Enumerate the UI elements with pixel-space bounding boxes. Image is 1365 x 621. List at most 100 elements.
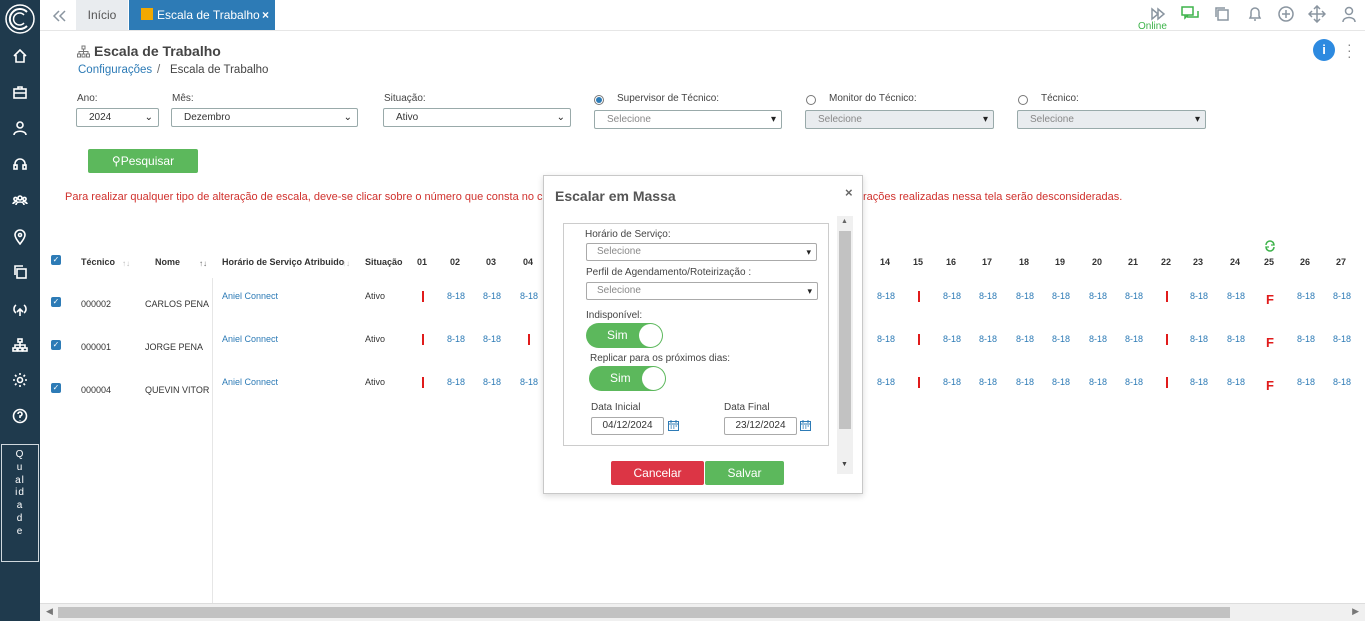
column-header-technician[interactable]: Técnico (81, 257, 115, 267)
collapse-sidebar-icon[interactable] (50, 7, 68, 25)
unavailable-mark[interactable] (918, 377, 920, 388)
holiday-mark[interactable]: F (1266, 335, 1274, 350)
supervisor-radio[interactable] (594, 95, 604, 105)
sort-icon[interactable]: ↑↓ (342, 259, 350, 268)
unavailable-mark[interactable] (918, 291, 920, 302)
calendar-icon[interactable] (800, 420, 811, 431)
month-select[interactable]: Dezembro ⌄ (171, 108, 358, 127)
refresh-icon[interactable] (1264, 240, 1276, 252)
schedule-cell[interactable]: 8-18 (1016, 334, 1034, 344)
technician-radio[interactable] (1018, 95, 1028, 105)
home-icon[interactable] (8, 44, 32, 68)
schedule-cell[interactable]: 8-18 (447, 334, 465, 344)
antenna-icon[interactable] (8, 297, 32, 321)
scroll-left-icon[interactable]: ◀ (46, 606, 53, 617)
schedule-cell[interactable]: 8-18 (943, 377, 961, 387)
replicate-toggle[interactable]: Sim (589, 366, 666, 391)
row-checkbox[interactable]: ✓ (51, 383, 61, 393)
schedule-cell[interactable]: 8-18 (877, 377, 895, 387)
add-circle-icon[interactable] (1277, 5, 1295, 23)
hierarchy-icon[interactable] (8, 333, 32, 357)
copy-icon[interactable] (8, 260, 32, 284)
end-date-input[interactable]: 23/12/2024 (724, 417, 797, 435)
unavailable-mark[interactable] (422, 291, 424, 302)
sort-asc-icon[interactable]: ↑↓ (199, 259, 207, 268)
schedule-cell[interactable]: 8-18 (877, 291, 895, 301)
schedule-cell[interactable]: 8-18 (1190, 334, 1208, 344)
save-button[interactable]: Salvar (705, 461, 784, 485)
search-button[interactable]: ⚲Pesquisar (88, 149, 198, 173)
horizontal-scrollbar[interactable]: ◀ ▶ (40, 603, 1365, 621)
schedule-link[interactable]: Aniel Connect (222, 291, 278, 301)
schedule-cell[interactable]: 8-18 (1125, 291, 1143, 301)
schedule-cell[interactable]: 8-18 (1297, 291, 1315, 301)
row-checkbox[interactable]: ✓ (51, 340, 61, 350)
schedule-cell[interactable]: 8-18 (943, 291, 961, 301)
schedule-cell[interactable]: 8-18 (1052, 377, 1070, 387)
holiday-mark[interactable]: F (1266, 378, 1274, 393)
close-icon[interactable]: × (845, 185, 853, 200)
sort-icon[interactable]: ↑↓ (122, 259, 130, 268)
schedule-cell[interactable]: 8-18 (1052, 334, 1070, 344)
info-icon[interactable]: i (1313, 39, 1335, 61)
schedule-cell[interactable]: 8-18 (1016, 377, 1034, 387)
unavailable-mark[interactable] (918, 334, 920, 345)
chat-online-icon[interactable] (1181, 5, 1199, 23)
unavailable-mark[interactable] (422, 334, 424, 345)
schedule-cell[interactable]: 8-18 (877, 334, 895, 344)
schedule-cell[interactable]: 8-18 (979, 334, 997, 344)
schedule-cell[interactable]: 8-18 (447, 377, 465, 387)
windows-icon[interactable] (1213, 5, 1231, 23)
bell-icon[interactable] (1246, 5, 1264, 23)
close-tab-icon[interactable]: × (262, 0, 269, 30)
technician-select[interactable]: Selecione ▾ (1017, 110, 1206, 129)
move-icon[interactable] (1307, 4, 1327, 24)
schedule-cell[interactable]: 8-18 (520, 291, 538, 301)
schedule-link[interactable]: Aniel Connect (222, 334, 278, 344)
unavailable-mark[interactable] (1166, 334, 1168, 345)
schedule-cell[interactable]: 8-18 (1089, 377, 1107, 387)
column-header-status[interactable]: Situação (365, 257, 403, 267)
schedule-cell[interactable]: 8-18 (1333, 377, 1351, 387)
schedule-cell[interactable]: 8-18 (1190, 291, 1208, 301)
calendar-icon[interactable] (668, 420, 679, 431)
profile-icon[interactable] (1340, 5, 1358, 23)
schedule-cell[interactable]: 8-18 (1089, 291, 1107, 301)
schedule-cell[interactable]: 8-18 (979, 377, 997, 387)
quality-panel-button[interactable]: Qualidade (1, 444, 39, 562)
schedule-cell[interactable]: 8-18 (1333, 334, 1351, 344)
monitor-radio[interactable] (806, 95, 816, 105)
holiday-mark[interactable]: F (1266, 292, 1274, 307)
schedule-cell[interactable]: 8-18 (1190, 377, 1208, 387)
schedule-cell[interactable]: 8-18 (1052, 291, 1070, 301)
unavailable-toggle[interactable]: Sim (586, 323, 663, 348)
scroll-down-icon[interactable]: ▼ (841, 461, 848, 468)
schedule-cell[interactable]: 8-18 (1297, 377, 1315, 387)
schedule-cell[interactable]: 8-18 (943, 334, 961, 344)
column-header-schedule[interactable]: Horário de Serviço Atribuido (222, 257, 344, 267)
schedule-cell[interactable]: 8-18 (1016, 291, 1034, 301)
schedule-cell[interactable]: 8-18 (1125, 377, 1143, 387)
unavailable-mark[interactable] (1166, 291, 1168, 302)
row-checkbox[interactable]: ✓ (51, 297, 61, 307)
briefcase-icon[interactable] (8, 80, 32, 104)
year-select[interactable]: 2024 ⌄ (76, 108, 159, 127)
schedule-cell[interactable]: 8-18 (483, 291, 501, 301)
tab-work-schedule[interactable]: Escala de Trabalho × (129, 0, 275, 30)
service-hours-select[interactable]: Selecione ▾ (586, 243, 817, 261)
schedule-cell[interactable]: 8-18 (447, 291, 465, 301)
breadcrumb-settings-link[interactable]: Configurações (78, 64, 152, 76)
headset-icon[interactable] (8, 152, 32, 176)
schedule-cell[interactable]: 8-18 (1089, 334, 1107, 344)
location-icon[interactable] (8, 225, 32, 249)
schedule-cell[interactable]: 8-18 (1227, 334, 1245, 344)
unavailable-mark[interactable] (1166, 377, 1168, 388)
schedule-cell[interactable]: 8-18 (483, 334, 501, 344)
cancel-button[interactable]: Cancelar (611, 461, 704, 485)
column-header-name[interactable]: Nome (155, 257, 180, 267)
modal-scrollbar-thumb[interactable] (839, 231, 851, 429)
scroll-up-icon[interactable]: ▲ (841, 218, 848, 225)
tab-home[interactable]: Início (76, 0, 128, 30)
kebab-menu-icon[interactable]: · · · (1347, 37, 1353, 63)
settings-icon[interactable] (8, 368, 32, 392)
